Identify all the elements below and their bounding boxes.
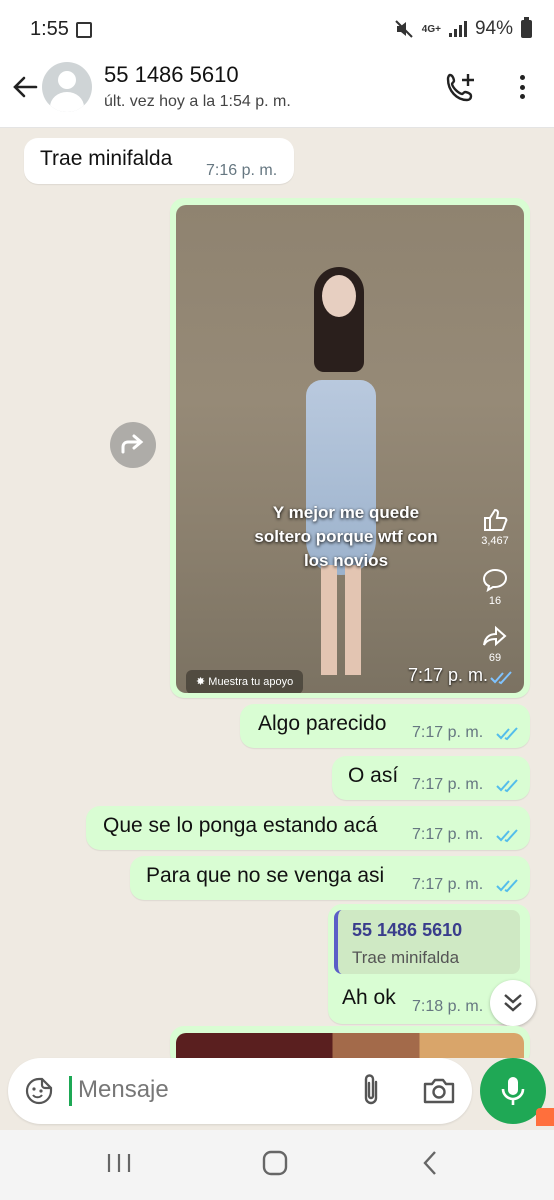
status-bar: 1:55 4G+ 94% (0, 0, 554, 60)
battery-icon (521, 17, 532, 38)
share-icon (483, 625, 507, 647)
video-thumbnail[interactable]: Y mejor me quede soltero porque wtf con … (176, 205, 524, 693)
paperclip-icon[interactable] (358, 1072, 384, 1108)
message-time: 7:17 p. m. (412, 724, 484, 741)
read-receipt-icon (496, 879, 518, 893)
read-receipt-icon (496, 829, 518, 843)
message-outgoing[interactable]: Que se lo ponga estando acá 7:17 p. m. (86, 806, 530, 850)
read-receipt-icon (490, 671, 512, 685)
message-outgoing[interactable]: O así 7:17 p. m. (332, 756, 530, 800)
home-icon[interactable] (262, 1150, 288, 1176)
camera-icon[interactable] (422, 1075, 456, 1107)
message-time: 7:17 p. m. (412, 826, 484, 843)
message-input[interactable]: Mensaje (78, 1076, 169, 1104)
chat-header: 55 1486 5610 últ. vez hoy a la 1:54 p. m… (0, 60, 554, 128)
message-time: 7:18 p. m. (412, 998, 484, 1015)
comment-icon (482, 568, 508, 593)
battery-percent: 94% (474, 18, 513, 39)
mute-icon (395, 20, 413, 38)
back-nav-icon[interactable] (420, 1150, 440, 1176)
overflow-menu-icon[interactable] (512, 72, 532, 102)
status-time: 1:55 (30, 18, 69, 40)
message-time: 7:16 p. m. (206, 162, 278, 179)
read-receipt-icon (496, 779, 518, 793)
avatar[interactable] (42, 62, 92, 112)
add-call-icon[interactable] (444, 70, 478, 104)
signal-icon (448, 21, 467, 37)
last-seen: últ. vez hoy a la 1:54 p. m. (104, 93, 291, 110)
overlay-badge-icon (536, 1108, 554, 1126)
back-arrow-icon[interactable] (10, 72, 40, 102)
contact-name[interactable]: 55 1486 5610 (104, 62, 239, 88)
message-composer[interactable]: Mensaje (8, 1058, 472, 1124)
chat-area[interactable]: Trae minifalda 7:16 p. m. Y mejor me que… (0, 128, 554, 1058)
read-receipt-icon (496, 727, 518, 741)
support-label: Muestra tu apoyo (208, 676, 294, 688)
comment-counter: 16 (478, 568, 512, 607)
quoted-message[interactable]: 55 1486 5610 Trae minifalda (334, 910, 520, 974)
scroll-to-bottom-icon[interactable] (490, 980, 536, 1026)
like-count: 3,467 (481, 535, 509, 547)
support-badge: ✸ Muestra tu apoyo (186, 670, 304, 693)
recent-apps-icon[interactable] (106, 1152, 132, 1174)
video-caption: Y mejor me quede soltero porque wtf con … (254, 503, 438, 570)
message-text: Trae minifalda (40, 147, 173, 170)
image-thumbnail-partial[interactable] (176, 1033, 524, 1058)
text-caret (69, 1076, 72, 1106)
share-counter: 69 (478, 625, 512, 664)
image-person-legs (321, 565, 361, 675)
message-text: Para que no se venga asi (146, 864, 385, 887)
forward-icon[interactable] (110, 422, 156, 468)
comment-count: 16 (488, 595, 502, 607)
share-count: 69 (488, 652, 502, 664)
message-text: Que se lo ponga estando acá (103, 814, 378, 837)
message-text: Ah ok (342, 986, 396, 1009)
message-outgoing[interactable]: Para que no se venga asi 7:17 p. m. (130, 856, 530, 900)
thumbs-up-icon (484, 508, 508, 531)
message-outgoing[interactable]: Algo parecido 7:17 p. m. (240, 704, 530, 748)
network-type: 4G+ (421, 23, 441, 35)
status-indicators: 4G+ 94% (394, 17, 532, 40)
message-time: 7:17 p. m. (412, 876, 484, 893)
message-text: O así (348, 764, 399, 787)
like-counter: 3,467 (478, 508, 512, 547)
image-person-face (322, 275, 356, 317)
message-time: 7:17 p. m. (407, 665, 488, 685)
system-navigation-bar (0, 1130, 554, 1200)
sticker-icon[interactable] (24, 1076, 54, 1106)
message-text: Algo parecido (258, 712, 387, 735)
quoted-sender: 55 1486 5610 (352, 920, 463, 940)
gallery-notification-icon (76, 22, 92, 38)
message-incoming[interactable]: Trae minifalda 7:16 p. m. (24, 138, 294, 184)
quoted-text: Trae minifalda (352, 948, 460, 967)
message-time: 7:17 p. m. (412, 776, 484, 793)
